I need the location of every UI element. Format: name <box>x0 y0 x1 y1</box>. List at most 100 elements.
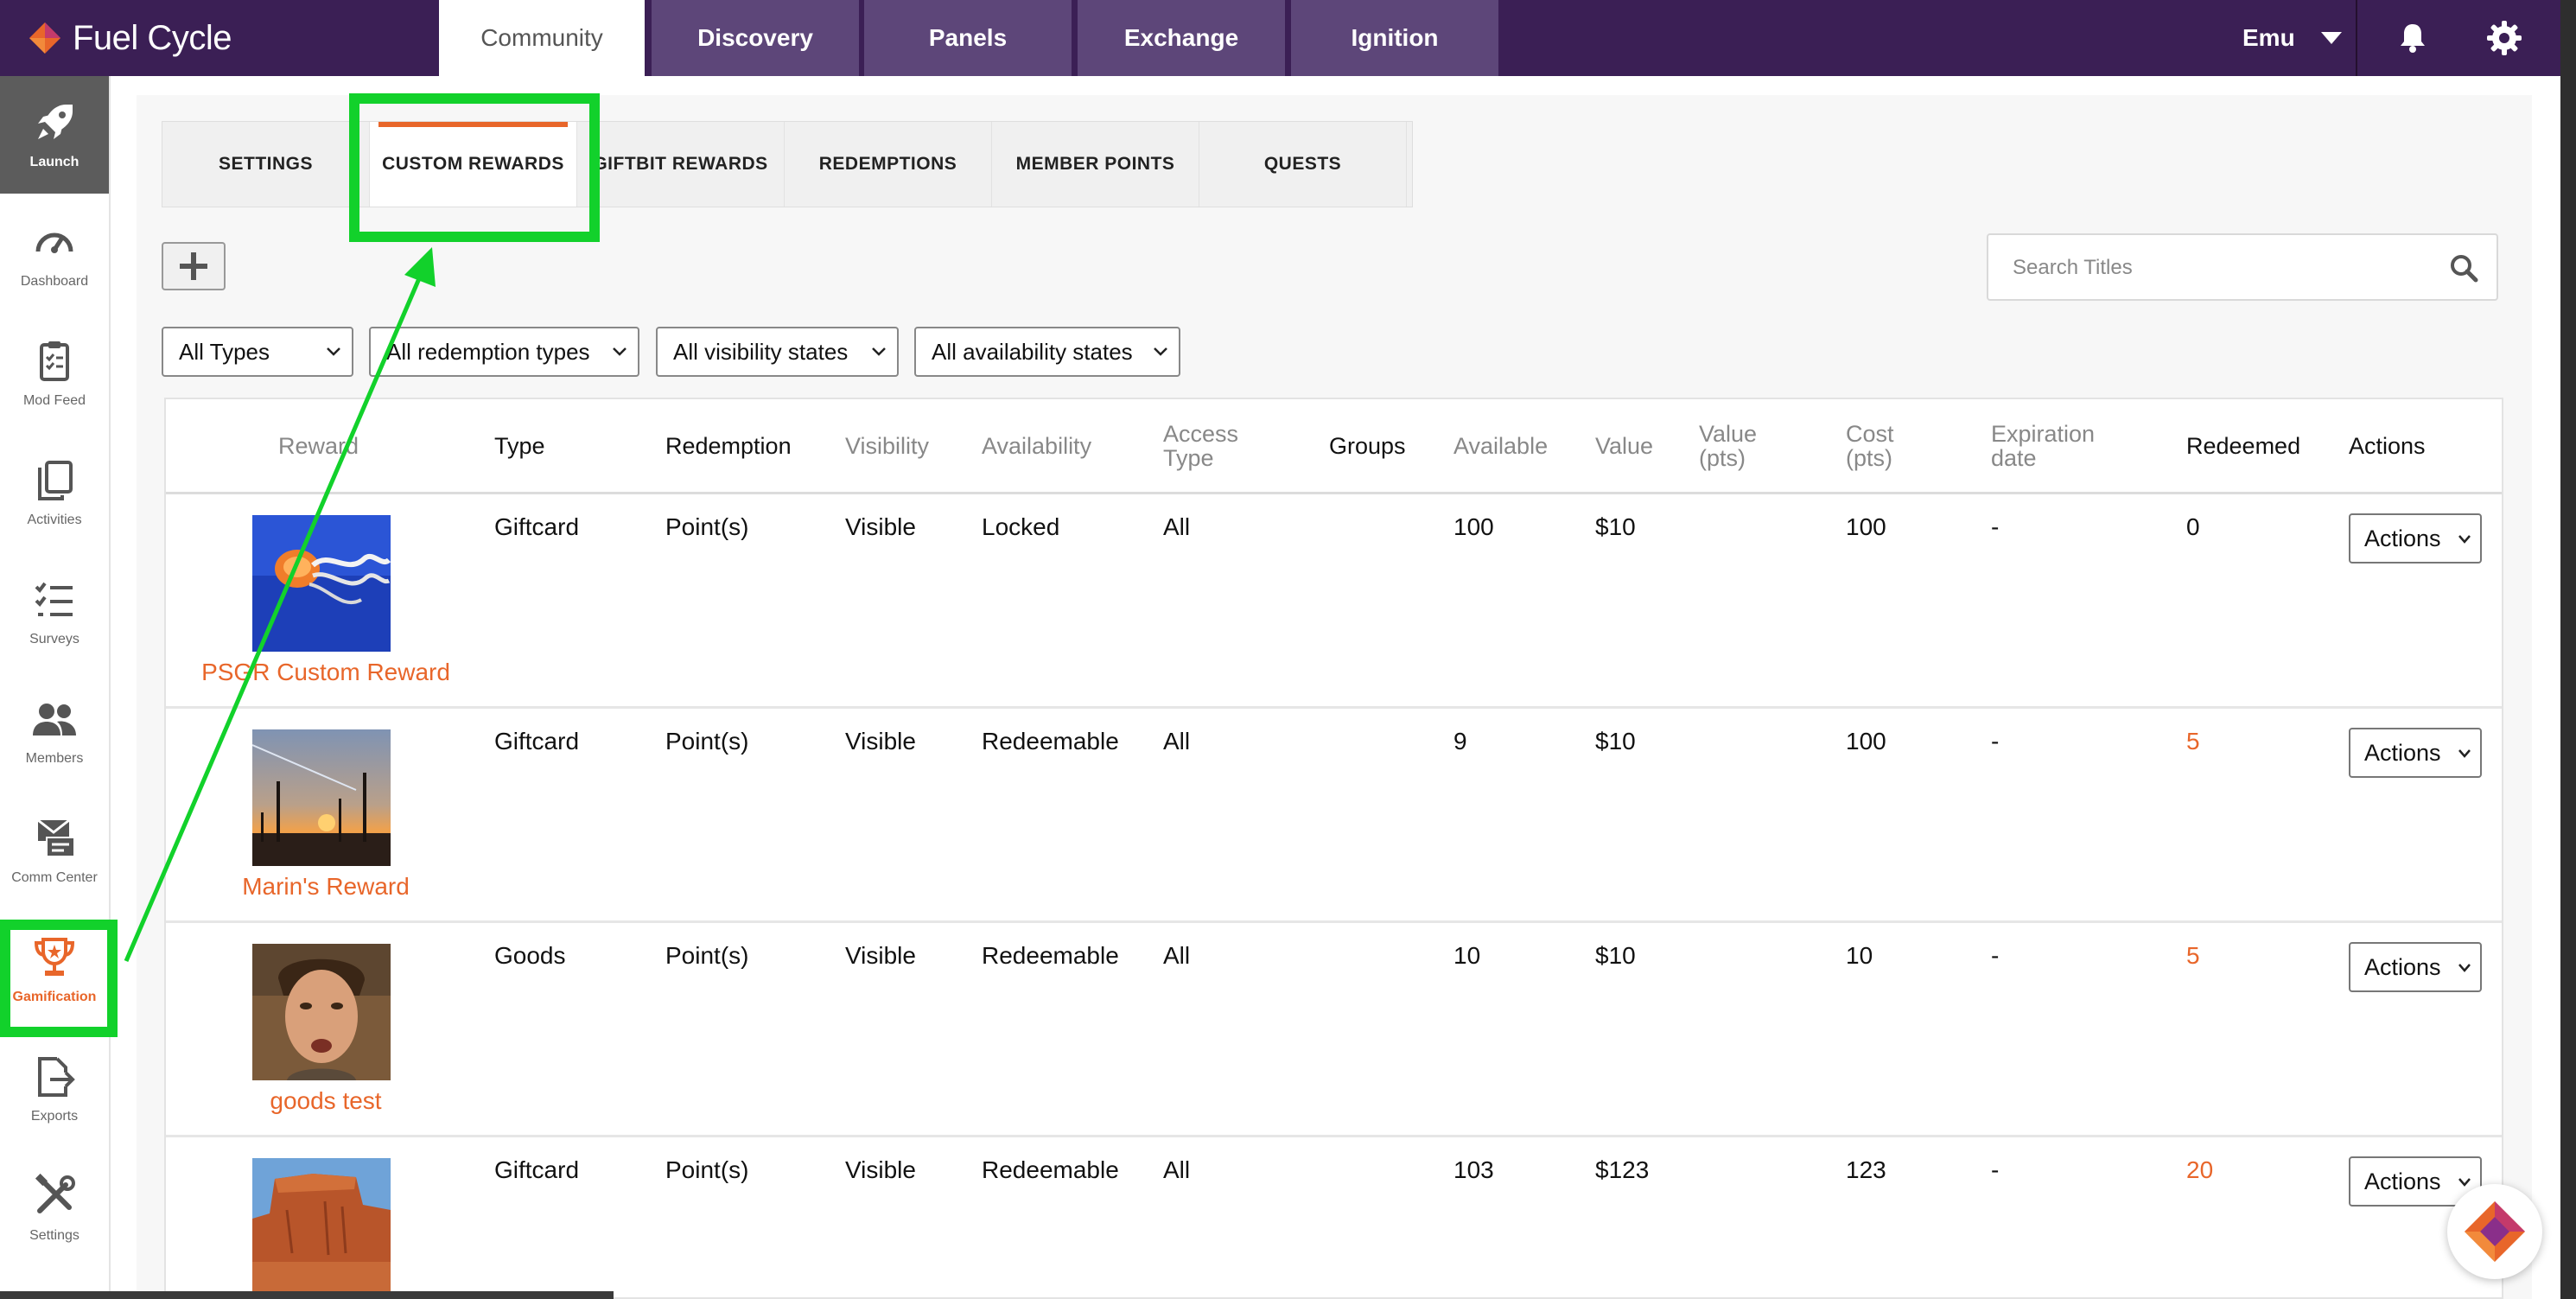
cell-availability: Redeemable <box>982 942 1119 969</box>
users-icon <box>33 704 76 735</box>
nav-tab-discovery[interactable]: Discovery <box>652 0 859 76</box>
jellyfish-image[interactable] <box>252 515 391 652</box>
table-row: Giftcard Point(s) Visible Redeemable All… <box>166 1137 2502 1297</box>
sidebar-item-launch[interactable]: Launch <box>0 76 109 194</box>
subtab-redemptions[interactable]: REDEMPTIONS <box>785 122 992 207</box>
filter-availability-states[interactable]: All availability states <box>914 327 1180 377</box>
sidebar-item-settings[interactable]: Settings <box>0 1149 109 1267</box>
nav-tab-exchange[interactable]: Exchange <box>1078 0 1285 76</box>
user-menu[interactable]: Emu <box>2242 0 2342 76</box>
sunset-image[interactable] <box>252 729 391 866</box>
nav-tab-community[interactable]: Community <box>439 0 645 76</box>
sidebar-item-members[interactable]: Members <box>0 672 109 790</box>
reward-name-link[interactable]: goods test <box>166 1087 486 1115</box>
header-value-pts[interactable]: Value (pts) <box>1699 422 1757 470</box>
actions-dropdown[interactable]: Actions <box>2349 942 2482 992</box>
actions-label: Actions <box>2364 953 2441 980</box>
sidebar-item-activities[interactable]: Activities <box>0 434 109 551</box>
cell-expiration: - <box>1991 942 2000 969</box>
cell-visibility: Visible <box>845 728 916 755</box>
filter-types[interactable]: All Types <box>162 327 353 377</box>
user-name: Emu <box>2242 24 2295 51</box>
cell-redeemed-link[interactable]: 5 <box>2186 728 2200 755</box>
actions-dropdown[interactable]: Actions <box>2349 728 2482 778</box>
rocket-icon <box>38 105 73 139</box>
subtab-member-points[interactable]: MEMBER POINTS <box>992 122 1199 207</box>
help-launcher-button[interactable] <box>2447 1184 2542 1279</box>
header-reward[interactable]: Reward <box>278 434 359 458</box>
cell-redeemed-link[interactable]: 5 <box>2186 942 2200 970</box>
export-icon <box>38 1057 75 1097</box>
header-redemption[interactable]: Redemption <box>665 434 792 458</box>
search-input[interactable] <box>2013 251 2427 285</box>
header-actions: Actions <box>2349 433 2426 459</box>
gear-icon[interactable] <box>2485 19 2523 57</box>
cell-redeemed-link[interactable]: 20 <box>2186 1156 2213 1184</box>
header-access-type[interactable]: Access Type <box>1163 422 1238 470</box>
sidebar-item-dashboard[interactable]: Dashboard <box>0 195 109 313</box>
cell-available: 103 <box>1453 1156 1494 1183</box>
header-available[interactable]: Available <box>1453 434 1548 458</box>
cell-redemption: Point(s) <box>665 1156 749 1183</box>
chevron-down-icon <box>2458 749 2471 758</box>
highlight-gamification-item <box>0 920 118 1037</box>
cell-available: 9 <box>1453 728 1467 755</box>
table-row: PSGR Custom Reward Giftcard Point(s) Vis… <box>166 494 2502 709</box>
chevron-down-icon <box>613 347 627 356</box>
header-access-type-line2: Type <box>1163 445 1214 471</box>
header-expiration-line1: Expiration <box>1991 421 2096 447</box>
sidebar-item-surveys[interactable]: Surveys <box>0 553 109 671</box>
cell-redemption: Point(s) <box>665 728 749 755</box>
cell-type: Giftcard <box>494 728 580 755</box>
filter-visibility-states[interactable]: All visibility states <box>656 327 899 377</box>
sidebar-item-mod-feed[interactable]: Mod Feed <box>0 315 109 432</box>
nav-tab-ignition[interactable]: Ignition <box>1291 0 1498 76</box>
cell-cost: 100 <box>1846 728 1886 755</box>
search-icon[interactable] <box>2448 252 2479 283</box>
cell-cost: 123 <box>1846 1156 1886 1183</box>
fuel-cycle-logo[interactable]: Fuel Cycle <box>26 16 232 60</box>
gauge-icon <box>35 232 73 253</box>
checklist-icon <box>35 582 73 616</box>
portrait-image[interactable] <box>252 944 391 1080</box>
subtab-quests[interactable]: QUESTS <box>1199 122 1407 207</box>
header-value[interactable]: Value <box>1595 434 1653 458</box>
bell-icon[interactable] <box>2395 21 2430 55</box>
filter-redemption-types[interactable]: All redemption types <box>369 327 639 377</box>
cell-type: Goods <box>494 942 566 969</box>
chevron-down-icon <box>327 347 340 356</box>
header-expiration-date[interactable]: Expiration date <box>1991 422 2095 470</box>
sidebar-item-comm-center[interactable]: Comm Center <box>0 792 109 909</box>
subtab-settings[interactable]: SETTINGS <box>162 122 370 207</box>
sidebar-label-members: Members <box>25 751 84 766</box>
top-navigation-bar: Fuel Cycle Community Discovery Panels Ex… <box>0 0 2560 76</box>
header-availability[interactable]: Availability <box>982 434 1091 458</box>
cell-access-type: All <box>1163 513 1191 540</box>
header-visibility[interactable]: Visibility <box>845 434 929 458</box>
actions-dropdown[interactable]: Actions <box>2349 513 2482 564</box>
cell-available: 100 <box>1453 513 1494 540</box>
add-reward-button[interactable] <box>162 242 226 290</box>
copy-icon <box>38 461 73 500</box>
tools-icon <box>35 1173 75 1213</box>
cell-type: Giftcard <box>494 1156 580 1183</box>
nav-tab-panels[interactable]: Panels <box>864 0 1072 76</box>
canyon-image[interactable] <box>252 1158 391 1295</box>
cell-value: $10 <box>1595 942 1636 969</box>
cell-value: $10 <box>1595 728 1636 755</box>
actions-label: Actions <box>2364 1168 2441 1194</box>
subtab-giftbit-rewards[interactable]: GIFTBIT REWARDS <box>577 122 785 207</box>
header-type[interactable]: Type <box>494 434 545 458</box>
sidebar-label-surveys: Surveys <box>29 632 80 646</box>
reward-name-link[interactable]: PSGR Custom Reward <box>166 659 486 686</box>
header-redeemed[interactable]: Redeemed <box>2186 434 2300 458</box>
sidebar-item-exports[interactable]: Exports <box>0 1030 109 1148</box>
cell-expiration: - <box>1991 1156 2000 1183</box>
search-box <box>1987 233 2498 301</box>
chevron-down-icon <box>1154 347 1167 356</box>
cell-type: Giftcard <box>494 513 580 540</box>
cell-cost: 100 <box>1846 513 1886 540</box>
header-cost[interactable]: Cost (pts) <box>1846 422 1894 470</box>
reward-name-link[interactable]: Marin's Reward <box>166 873 486 901</box>
header-groups[interactable]: Groups <box>1329 434 1406 458</box>
